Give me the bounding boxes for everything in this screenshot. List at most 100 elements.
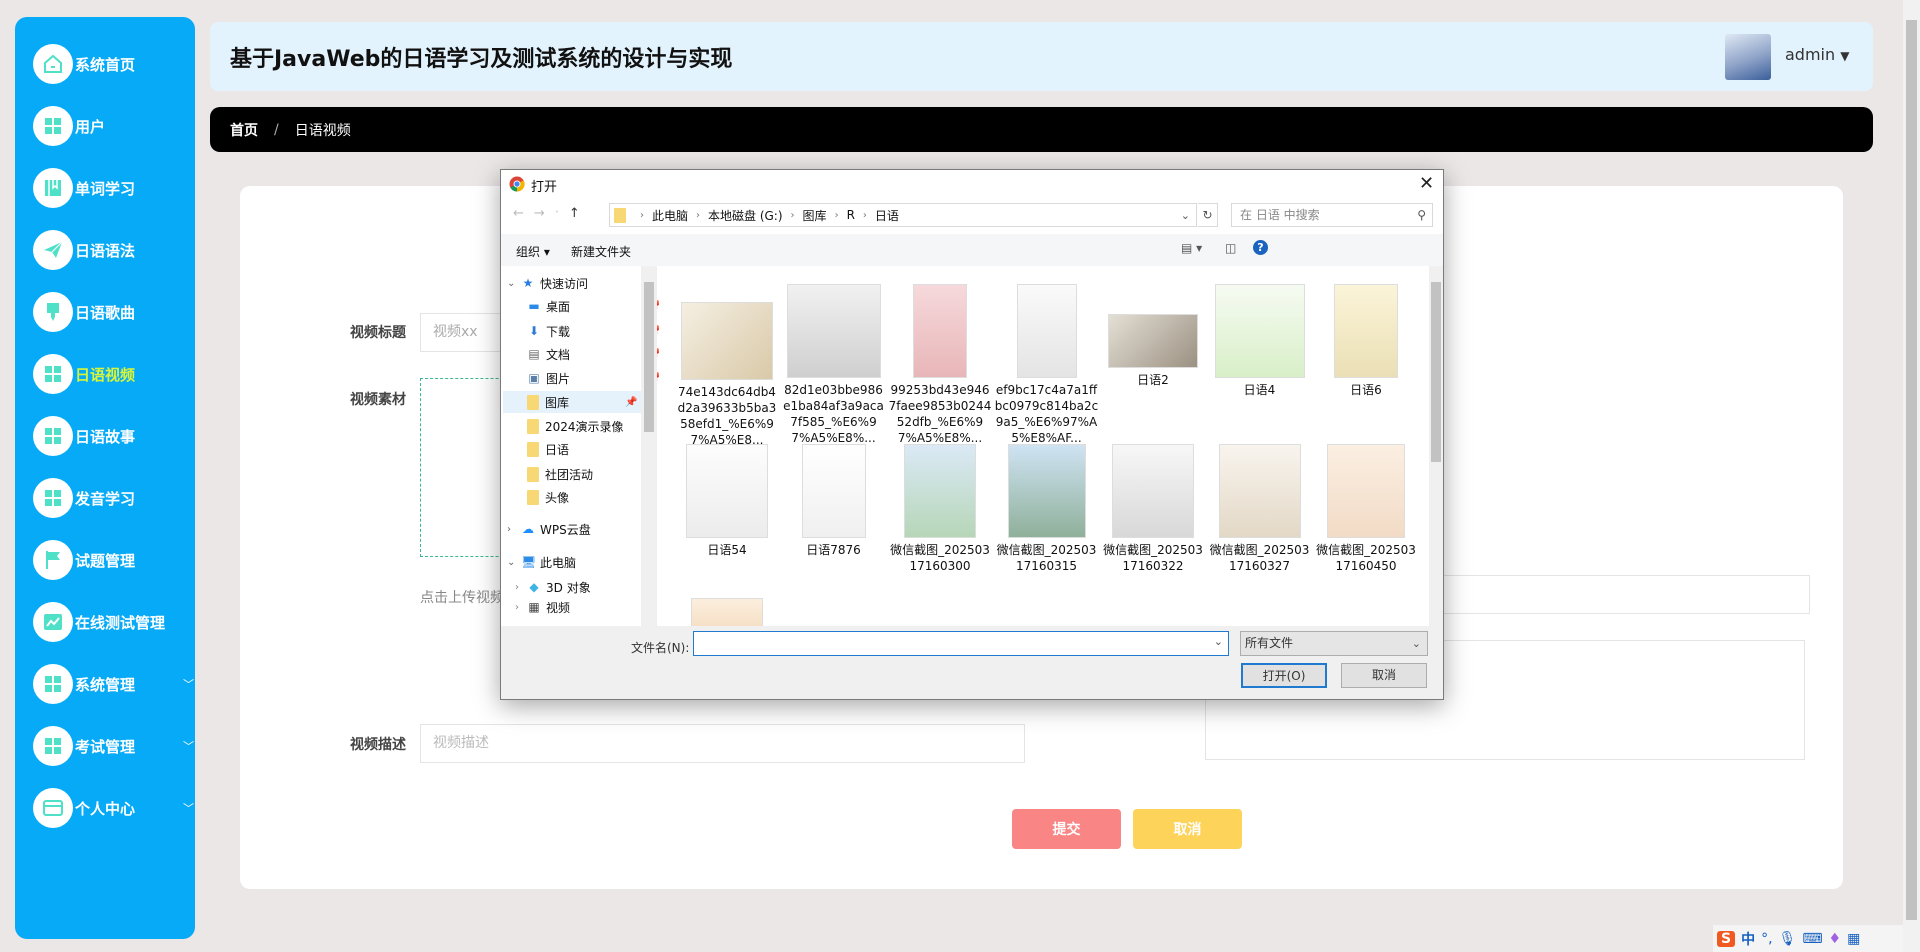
chevron-down-icon[interactable]: ⌄ — [507, 557, 521, 568]
keyboard-icon[interactable]: ⌨ — [1802, 931, 1822, 947]
apps-icon[interactable]: ▦ — [1847, 931, 1860, 947]
avatar[interactable] — [1725, 34, 1771, 80]
file-item[interactable]: 日语6 — [1314, 274, 1418, 398]
path-segment[interactable]: 本地磁盘 (G:) — [708, 207, 783, 224]
search-input[interactable]: 在 日语 中搜索 ⚲ — [1231, 203, 1433, 227]
file-item[interactable]: 日语2 — [1101, 274, 1205, 388]
chevron-right-icon[interactable]: › — [507, 524, 521, 535]
filetype-select[interactable]: 所有文件 ⌄ — [1240, 631, 1428, 656]
file-item[interactable]: 日语54 — [675, 444, 779, 558]
submit-button[interactable]: 提交 — [1012, 809, 1121, 849]
sidebar-item[interactable]: 单词学习 — [33, 167, 135, 209]
file-thumbnail — [1214, 284, 1305, 378]
sidebar-item[interactable]: 日语语法 — [33, 229, 135, 271]
pin-icon[interactable]: 📌 — [625, 397, 637, 408]
nav-tree-item[interactable]: 2024演示录像 — [527, 415, 624, 437]
nav-tree-item[interactable]: 图库 📌 — [503, 391, 641, 413]
nav-scrollbar[interactable] — [641, 266, 657, 626]
file-name: ef9bc17c4a7a1ffbc0979c814ba2c9a5_%E6%97%… — [994, 383, 1099, 445]
chevron-down-icon[interactable]: ⌄ — [1214, 635, 1223, 648]
ime-mode[interactable]: 中 — [1741, 929, 1755, 949]
microphone-icon[interactable]: 🎙 — [1779, 931, 1797, 947]
sidebar-item-label: 系统管理 — [75, 675, 136, 694]
upload-hint[interactable]: 点击上传视频 — [420, 587, 504, 607]
page-scrollbar[interactable] — [1903, 0, 1920, 952]
desktop-icon: ▬ — [528, 299, 540, 313]
sidebar-item[interactable]: 考试管理 ﹀ — [33, 725, 194, 767]
chevron-right-icon[interactable]: › — [515, 582, 527, 593]
file-item[interactable]: 99253bd43e9467faee9853b024452dfb_%E6%97%… — [888, 274, 992, 446]
file-item[interactable]: 微信截图_20250317160315 — [995, 444, 1099, 574]
organize-button[interactable]: 组织 ▾ — [516, 243, 550, 260]
cancel-button[interactable]: 取消 — [1133, 809, 1242, 849]
file-item[interactable]: 82d1e03bbe986e1ba84af3a9aca7f585_%E6%97%… — [782, 274, 886, 446]
forward-icon[interactable]: → — [534, 206, 555, 221]
nav-tree-item[interactable]: ▬桌面📌 — [527, 295, 659, 317]
sidebar-item[interactable]: 系统首页 — [33, 43, 135, 85]
nav-tree-item[interactable]: ▤文档📌 — [527, 343, 659, 365]
user-menu[interactable]: admin ▼ — [1785, 45, 1849, 64]
chevron-down-icon[interactable]: ⌄ — [507, 278, 521, 289]
refresh-icon[interactable]: ↻ — [1198, 203, 1218, 227]
sidebar-item[interactable]: 日语歌曲 — [33, 291, 135, 333]
chevron-down-icon[interactable]: ⌄ — [1181, 209, 1190, 222]
folder-icon — [614, 207, 626, 223]
sidebar-item[interactable]: 在线测试管理 — [33, 601, 165, 643]
sidebar-item[interactable]: 系统管理 ﹀ — [33, 663, 194, 705]
nav-tree-item[interactable]: › ▦ 视频 — [515, 596, 570, 618]
path-segment[interactable]: 此电脑 — [652, 207, 688, 224]
view-options-icon[interactable]: ▤ ▾ — [1181, 241, 1202, 255]
path-segment[interactable]: R — [847, 208, 855, 222]
sidebar-item[interactable]: 个人中心 ﹀ — [33, 787, 194, 829]
nav-tree-item[interactable]: ⌄ 🖥 此电脑 — [507, 551, 576, 573]
sidebar-item[interactable]: 用户 — [33, 105, 105, 147]
path-segment[interactable]: 日语 — [875, 207, 899, 224]
pictures-icon: ▣ — [528, 371, 540, 385]
nav-tree-item[interactable]: ▣图片📌 — [527, 367, 659, 389]
address-bar[interactable]: › 此电脑 › 本地磁盘 (G:) › 图库 › R › 日语 ⌄ — [609, 203, 1197, 227]
chevron-right-icon[interactable]: › — [515, 602, 527, 613]
file-item[interactable]: 微信截图_20250317160450 — [1314, 444, 1418, 574]
dialog-cancel-button[interactable]: 取消 — [1341, 663, 1427, 688]
back-icon[interactable]: ← — [513, 206, 534, 221]
house-icon — [33, 44, 73, 84]
file-item[interactable]: 微信截图_20250317160327 — [1208, 444, 1312, 574]
nav-tree-item[interactable]: 日语 — [527, 438, 569, 460]
nav-tree-item[interactable]: › ◆ 3D 对象 — [515, 576, 591, 598]
file-thumbnail — [801, 444, 866, 538]
punctuation-icon[interactable]: °, — [1761, 931, 1772, 947]
file-item[interactable]: ef9bc17c4a7a1ffbc0979c814ba2c9a5_%E6%97%… — [995, 274, 1099, 446]
file-item[interactable]: 74e143dc64db4d2a39633b5ba358efd1_%E6%97%… — [675, 274, 779, 448]
help-icon[interactable]: ? — [1253, 240, 1268, 255]
nav-tree-item[interactable]: 头像 — [527, 486, 569, 508]
scrollbar-thumb[interactable] — [644, 282, 654, 432]
sidebar-item[interactable]: 日语视频 — [33, 353, 135, 395]
filename-input[interactable]: ⌄ — [693, 631, 1229, 656]
new-folder-button[interactable]: 新建文件夹 — [571, 243, 631, 260]
sidebar-item[interactable]: 发音学习 — [33, 477, 135, 519]
breadcrumb-home[interactable]: 首页 — [230, 120, 258, 140]
close-icon[interactable]: ✕ — [1419, 173, 1434, 194]
nav-tree-item[interactable]: ⬇下载📌 — [527, 320, 659, 342]
file-item[interactable]: 微信截图_20250317160300 — [888, 444, 992, 574]
skin-icon[interactable]: ♦ — [1829, 931, 1842, 947]
nav-tree-item[interactable]: › ☁ WPS云盘 — [507, 518, 591, 540]
sidebar-item[interactable]: 试题管理 — [33, 539, 135, 581]
scrollbar-thumb[interactable] — [1906, 20, 1917, 920]
desc-input[interactable]: 视频描述 — [420, 724, 1025, 763]
scrollbar-thumb[interactable] — [1431, 282, 1441, 462]
file-item[interactable]: 日语7876 — [782, 444, 886, 558]
nav-tree-item[interactable]: ⌄ ★ 快速访问 — [507, 272, 588, 294]
path-segment[interactable]: 图库 — [803, 207, 827, 224]
up-icon[interactable]: ↑ — [569, 206, 590, 221]
sidebar-item[interactable]: 日语故事 — [33, 415, 135, 457]
file-item[interactable] — [675, 598, 779, 626]
preview-pane-icon[interactable]: ◫ — [1225, 241, 1236, 255]
open-button[interactable]: 打开(O) — [1241, 663, 1327, 688]
recent-dropdown-icon[interactable]: ˅ — [555, 210, 569, 219]
file-scrollbar[interactable] — [1429, 266, 1443, 626]
file-item[interactable]: 微信截图_20250317160322 — [1101, 444, 1205, 574]
file-item[interactable]: 日语4 — [1208, 274, 1312, 398]
nav-tree-item[interactable]: 社团活动 — [527, 463, 593, 485]
sogou-logo-icon[interactable]: S — [1717, 930, 1736, 947]
